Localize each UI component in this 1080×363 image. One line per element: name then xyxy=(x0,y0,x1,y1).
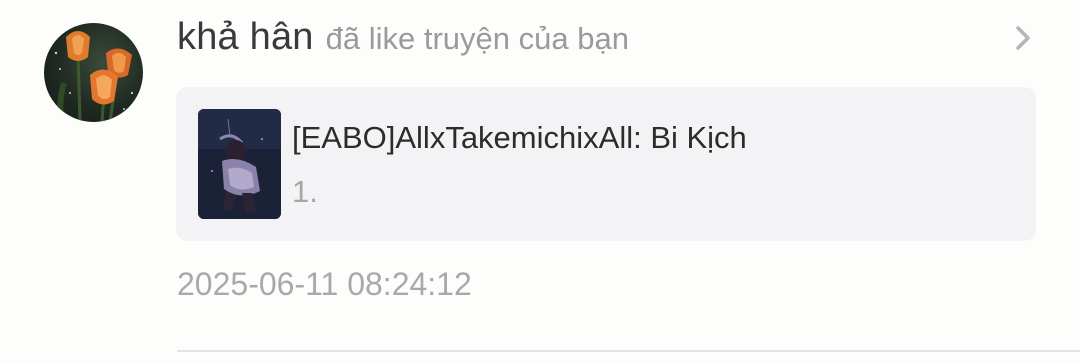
notification-header: khả hân đã like truyện của bạn xyxy=(177,16,629,64)
user-avatar[interactable] xyxy=(44,23,143,122)
story-cover[interactable] xyxy=(198,109,281,219)
story-card[interactable]: [EABO]AllxTakemichixAll: Bi Kịch 1. xyxy=(176,87,1036,241)
tulip-avatar-image xyxy=(54,31,134,122)
divider xyxy=(177,350,1080,352)
story-chapter: 1. xyxy=(292,174,318,209)
notification-timestamp: 2025-06-11 08:24:12 xyxy=(177,266,472,302)
action-text: đã like truyện của bạn xyxy=(325,21,629,56)
notification-item[interactable]: khả hân đã like truyện của bạn [EABO]All… xyxy=(0,0,1080,363)
story-cover-image xyxy=(198,109,281,219)
story-title[interactable]: [EABO]AllxTakemichixAll: Bi Kịch xyxy=(292,120,747,156)
user-name[interactable]: khả hân xyxy=(177,16,314,59)
chevron-right-icon[interactable] xyxy=(1012,22,1036,54)
